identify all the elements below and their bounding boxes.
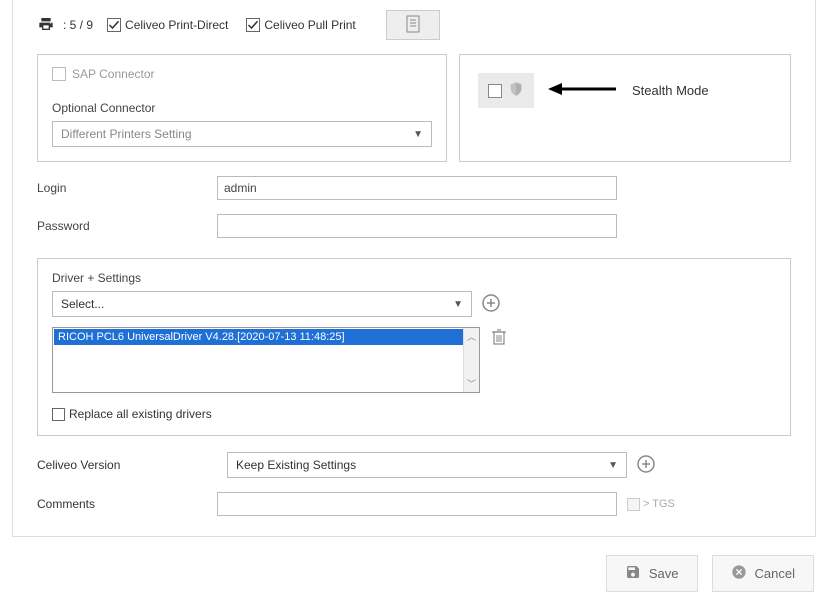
optional-connector-label: Optional Connector	[52, 101, 432, 115]
login-label: Login	[37, 181, 217, 195]
checkmark-icon	[246, 18, 260, 32]
stealth-box: Stealth Mode	[459, 54, 791, 162]
tgs-label: > TGS	[643, 498, 675, 510]
celiveo-version-value: Keep Existing Settings	[236, 458, 356, 472]
cancel-button-label: Cancel	[755, 566, 795, 581]
driver-list[interactable]: RICOH PCL6 UniversalDriver V4.28.[2020-0…	[52, 327, 480, 393]
driver-select[interactable]: Select... ▼	[52, 291, 472, 317]
chevron-down-icon: ▼	[453, 299, 463, 310]
chevron-down-icon: ▼	[413, 129, 423, 140]
stealth-mode-checkbox[interactable]	[488, 84, 502, 98]
shield-icon	[508, 81, 524, 100]
optional-connector-select[interactable]: Different Printers Setting ▼	[52, 121, 432, 147]
celiveo-version-select[interactable]: Keep Existing Settings ▼	[227, 452, 627, 478]
driver-list-item[interactable]: RICOH PCL6 UniversalDriver V4.28.[2020-0…	[54, 329, 478, 345]
replace-drivers-checkbox[interactable]	[52, 408, 65, 421]
driver-settings-box: Driver + Settings Select... ▼ RICOH PCL6…	[37, 258, 791, 436]
print-direct-checkbox[interactable]: Celiveo Print-Direct	[107, 18, 228, 32]
connector-box: SAP Connector Optional Connector Differe…	[37, 54, 447, 162]
printer-icon	[37, 16, 55, 35]
password-label: Password	[37, 219, 217, 233]
save-icon	[625, 564, 641, 583]
save-button[interactable]: Save	[606, 555, 698, 592]
login-input[interactable]	[217, 176, 617, 200]
add-driver-button[interactable]	[482, 294, 500, 315]
print-direct-label: Celiveo Print-Direct	[125, 18, 228, 32]
stealth-mode-label: Stealth Mode	[632, 83, 709, 98]
selection-count: : 5 / 9	[63, 18, 93, 32]
document-button[interactable]	[386, 10, 440, 40]
driver-select-value: Select...	[61, 297, 104, 311]
pull-print-checkbox[interactable]: Celiveo Pull Print	[246, 18, 355, 32]
save-button-label: Save	[649, 566, 679, 581]
document-icon	[405, 15, 421, 36]
chevron-down-icon: ▼	[608, 460, 618, 471]
cancel-icon	[731, 564, 747, 583]
scrollbar[interactable]: ︿ ﹀	[463, 328, 479, 392]
add-version-button[interactable]	[637, 455, 655, 476]
scroll-down-icon[interactable]: ﹀	[465, 375, 478, 392]
sap-connector-label: SAP Connector	[72, 67, 155, 81]
pull-print-label: Celiveo Pull Print	[264, 18, 355, 32]
checkmark-icon	[107, 18, 121, 32]
optional-connector-value: Different Printers Setting	[61, 127, 192, 141]
delete-driver-button[interactable]	[492, 317, 506, 348]
arrow-left-icon	[548, 80, 618, 101]
comments-input[interactable]	[217, 492, 617, 516]
driver-settings-label: Driver + Settings	[52, 271, 776, 285]
comments-label: Comments	[37, 497, 217, 511]
password-input[interactable]	[217, 214, 617, 238]
scroll-up-icon[interactable]: ︿	[465, 328, 478, 345]
replace-drivers-label: Replace all existing drivers	[69, 407, 212, 421]
cancel-button[interactable]: Cancel	[712, 555, 814, 592]
celiveo-version-label: Celiveo Version	[37, 458, 217, 472]
sap-connector-checkbox[interactable]	[52, 67, 66, 81]
tgs-checkbox	[627, 498, 640, 511]
